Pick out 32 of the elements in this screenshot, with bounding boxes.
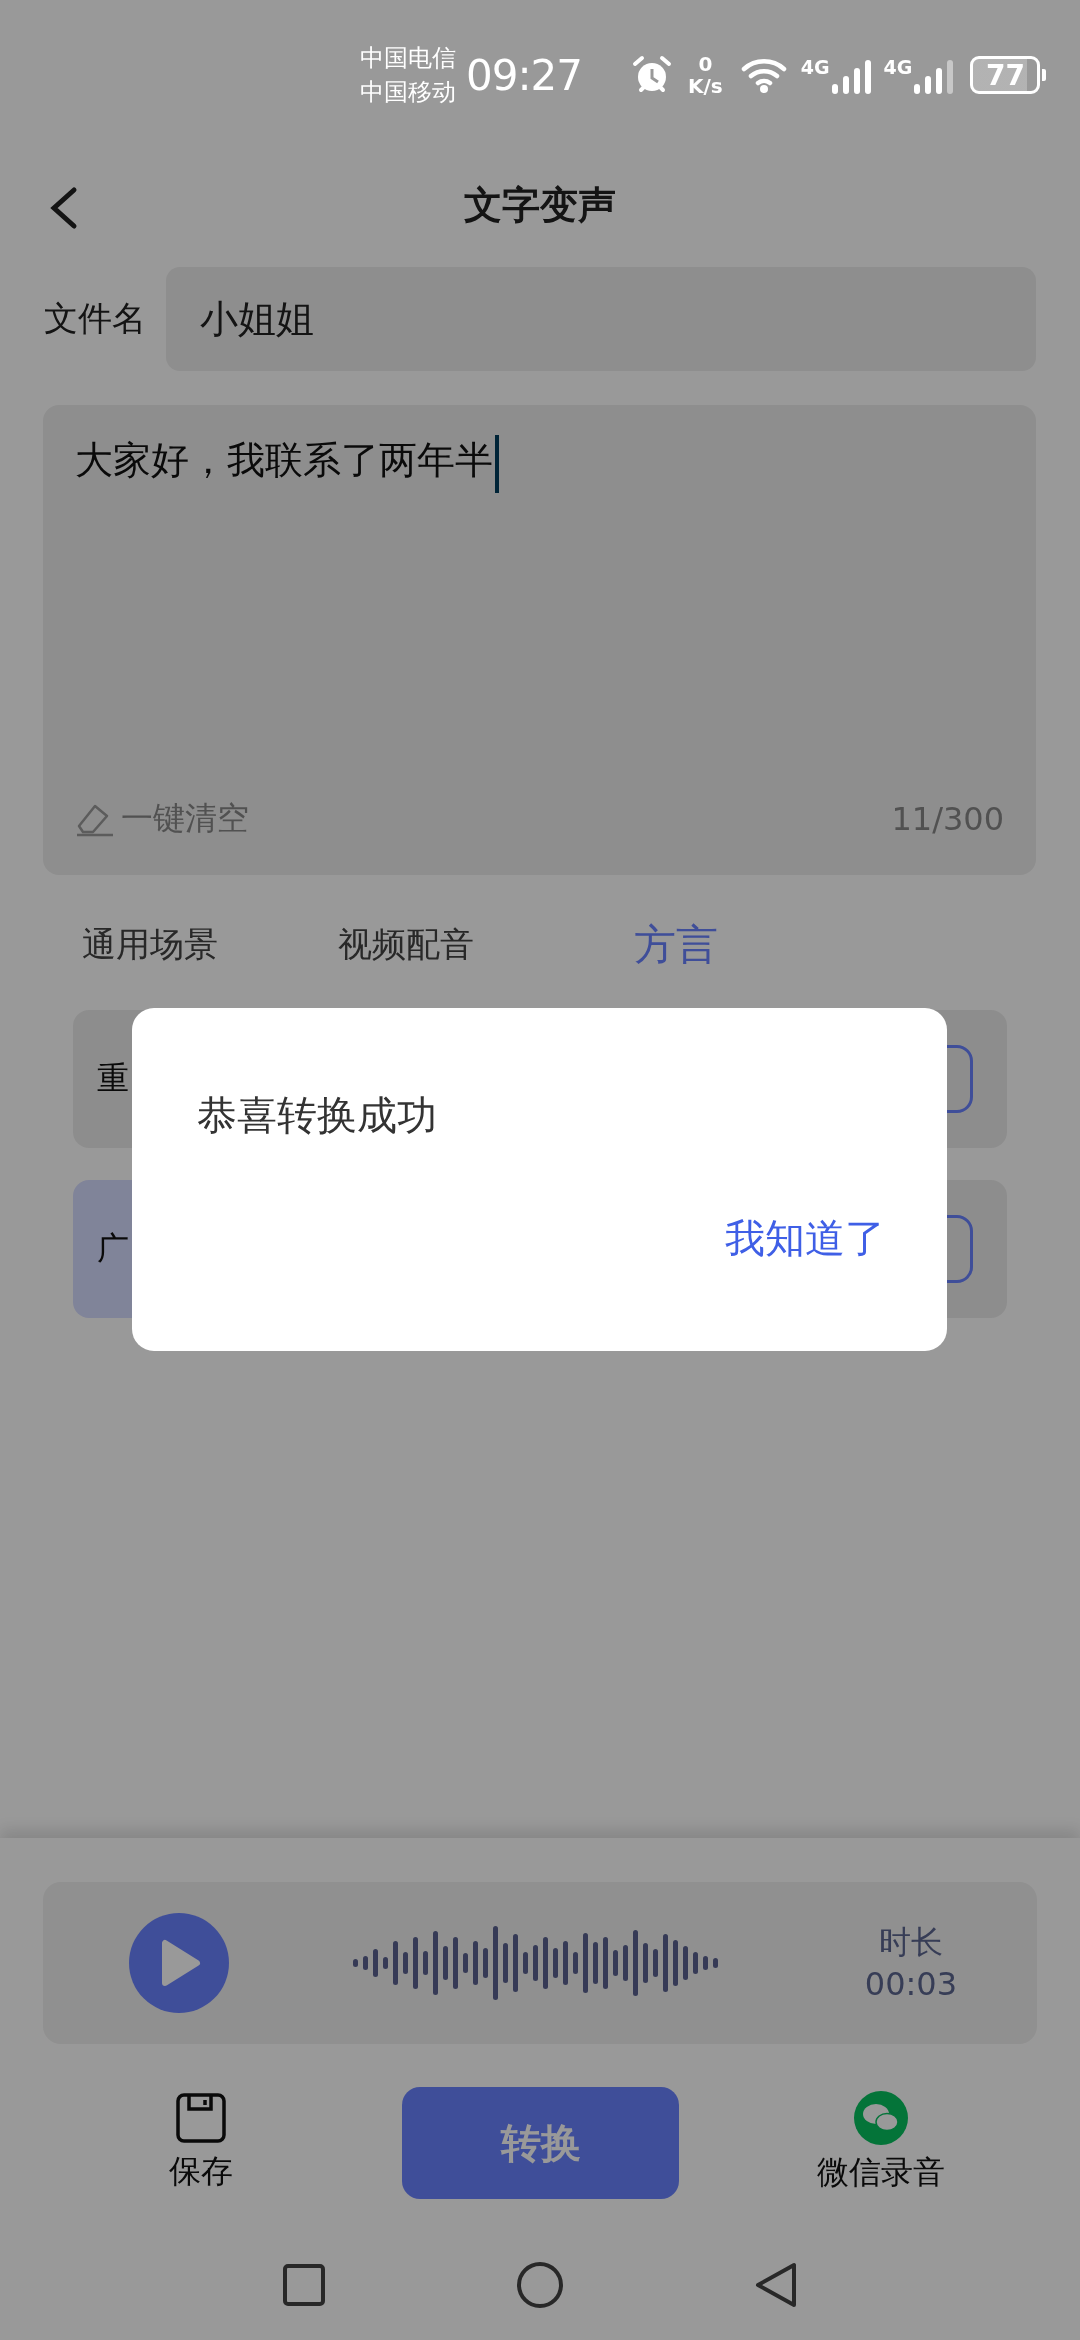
convert-button[interactable]: 转换	[402, 2087, 679, 2199]
play-button[interactable]	[129, 1913, 229, 2013]
alarm-icon	[632, 55, 673, 95]
wechat-record-label[interactable]: 微信录音	[817, 2151, 945, 2195]
text-cursor	[495, 435, 499, 493]
net-speed-unit: K/s	[688, 75, 723, 97]
page-title: 文字变声	[464, 181, 616, 229]
duration-label: 时长	[878, 1922, 943, 1963]
battery-indicator: 77	[970, 56, 1041, 94]
voice-name: 广	[97, 1228, 129, 1269]
file-name-label: 文件名	[44, 297, 146, 340]
file-name-field[interactable]: 小姐姐	[166, 267, 1036, 371]
dialog-message: 恭喜转换成功	[197, 1091, 438, 1140]
voice-name: 重	[97, 1058, 129, 1099]
network-type: 4G	[883, 56, 913, 78]
home-icon[interactable]	[516, 2261, 564, 2309]
got-it-button[interactable]: 我知道了	[725, 1211, 885, 1266]
recent-apps-icon[interactable]	[282, 2263, 326, 2307]
text-input-value[interactable]: 大家好，我联系了两年半	[75, 435, 493, 486]
clock-time: 09:27	[466, 50, 583, 100]
save-label[interactable]: 保存	[169, 2150, 233, 2194]
network-type: 4G	[800, 56, 830, 78]
character-count: 11/300	[891, 800, 1004, 838]
tab[interactable]: 视频配音	[338, 922, 474, 968]
carrier-name: 中国电信	[360, 43, 456, 74]
tab[interactable]: 通用场景	[82, 922, 218, 968]
net-speed-value: 0	[698, 53, 713, 75]
back-nav-icon[interactable]	[754, 2261, 798, 2309]
carrier-name: 中国移动	[360, 77, 456, 108]
save-icon[interactable]	[175, 2092, 227, 2144]
tab[interactable]: 方言	[634, 917, 718, 973]
duration-value: 00:03	[864, 1964, 957, 2005]
